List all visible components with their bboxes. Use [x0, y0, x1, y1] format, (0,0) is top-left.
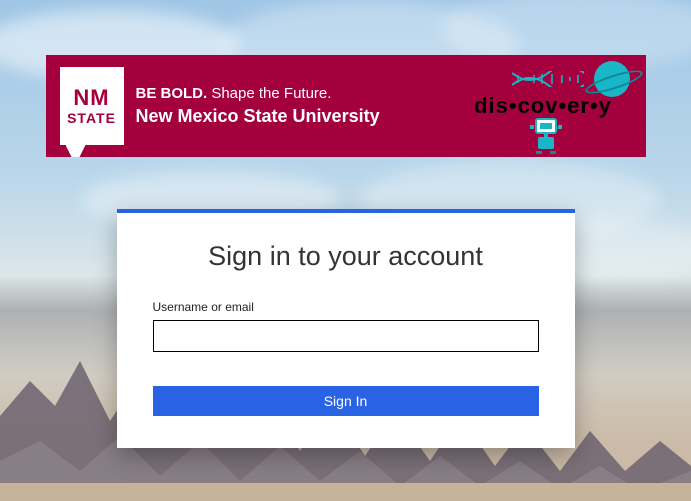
- banner-text-block: BE BOLD. Shape the Future. New Mexico St…: [136, 85, 380, 127]
- tagline-bold: BE BOLD.: [136, 85, 208, 102]
- discovery-wordmark: dis•cov•er•y: [474, 93, 612, 119]
- university-banner: NM STATE BE BOLD. Shape the Future. New …: [46, 55, 646, 157]
- robot-icon: [526, 115, 566, 155]
- logo-line-1: NM: [73, 87, 109, 109]
- university-name: New Mexico State University: [136, 106, 380, 127]
- login-card: Sign in to your account Username or emai…: [117, 209, 575, 448]
- sign-in-button[interactable]: Sign In: [153, 386, 539, 416]
- username-input[interactable]: [153, 320, 539, 352]
- logo-line-2: STATE: [67, 111, 116, 125]
- tagline-rest: Shape the Future.: [207, 85, 331, 102]
- planet-icon: [594, 61, 630, 97]
- banner-tagline: BE BOLD. Shape the Future.: [136, 85, 380, 102]
- username-label: Username or email: [153, 300, 539, 314]
- discovery-graphic: dis•cov•er•y: [451, 63, 636, 149]
- login-heading: Sign in to your account: [153, 241, 539, 272]
- dna-helix-icon: [512, 71, 584, 87]
- nm-state-logo: NM STATE: [60, 67, 124, 145]
